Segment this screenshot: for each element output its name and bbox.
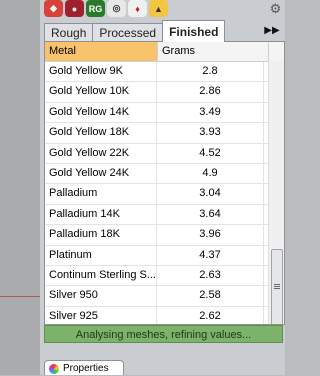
metal-cell: Gold Yellow 22K [45, 143, 157, 163]
grams-cell: 3.96 [157, 225, 264, 245]
table-body: Gold Yellow 9K 2.8 Gold Yellow 10K 2.86 Go… [45, 62, 284, 324]
table-row[interactable]: Silver 925 2.62 [45, 306, 284, 324]
table-header: Metal Grams [45, 42, 284, 62]
grams-cell: 3.64 [157, 204, 264, 225]
table-row[interactable]: Gold Yellow 14K 3.49 [45, 102, 284, 124]
grams-cell: 3.04 [157, 184, 264, 204]
metal-cell: Silver 925 [45, 306, 157, 324]
bag-icon[interactable]: ◆ [44, 0, 63, 17]
color-wheel-icon [49, 364, 59, 374]
grams-cell: 2.58 [157, 286, 264, 306]
viewport-axis-line [0, 296, 40, 297]
grams-cell: 4.9 [157, 163, 264, 184]
table-row[interactable]: Continum Sterling S... 2.63 [45, 265, 284, 287]
table-row[interactable]: Gold Yellow 9K 2.8 [45, 62, 284, 83]
metal-cell: Palladium [45, 184, 157, 204]
metal-cell: Gold Yellow 14K [45, 102, 157, 123]
metal-cell: Gold Yellow 9K [45, 62, 157, 82]
tab-finished[interactable]: Finished [162, 20, 226, 42]
grams-cell: 2.62 [157, 306, 264, 324]
table-row[interactable]: Silver 950 2.58 [45, 286, 284, 307]
rg-icon[interactable]: RG [86, 0, 105, 17]
metal-cell: Palladium 18K [45, 225, 157, 245]
column-header-grams[interactable]: Grams [158, 42, 269, 61]
grams-cell: 2.63 [157, 265, 264, 286]
grams-cell: 4.37 [157, 245, 264, 265]
metal-cell: Gold Yellow 24K [45, 163, 157, 184]
settings-icon[interactable]: ⚙ [268, 1, 283, 16]
metal-cell: Gold Yellow 10K [45, 82, 157, 102]
toolbar: ◆ ● RG ◎ ♦ ▲ [44, 0, 168, 19]
table-scrollbar[interactable] [268, 61, 284, 324]
tab-properties[interactable]: Properties [44, 360, 124, 375]
gem-ring-icon[interactable]: ♦ [128, 0, 147, 17]
table-row[interactable]: Palladium 3.04 [45, 184, 284, 205]
table-row[interactable]: Gold Yellow 10K 2.86 [45, 82, 284, 103]
table-row[interactable]: Gold Yellow 18K 3.93 [45, 123, 284, 144]
3d-viewport[interactable] [0, 0, 40, 375]
grams-cell: 2.8 [157, 62, 264, 82]
tab-bar: Rough Processed Finished [44, 20, 226, 42]
grams-cell: 3.49 [157, 102, 264, 123]
status-bar: Analysing meshes, refining values... [44, 325, 283, 343]
metal-cell: Platinum [45, 245, 157, 265]
metal-cell: Gold Yellow 18K [45, 123, 157, 143]
tab-processed[interactable]: Processed [92, 23, 164, 42]
grams-cell: 2.86 [157, 82, 264, 102]
scrollbar-thumb[interactable] [271, 249, 283, 324]
properties-label: Properties [63, 363, 109, 374]
ruby-icon[interactable]: ● [65, 0, 84, 17]
rg-label: RG [88, 3, 103, 14]
table-row[interactable]: Palladium 14K 3.64 [45, 204, 284, 226]
metal-cell: Silver 950 [45, 286, 157, 306]
table-row[interactable]: Gold Yellow 22K 4.52 [45, 143, 284, 164]
tab-rough[interactable]: Rough [44, 23, 94, 42]
metal-cell: Palladium 14K [45, 204, 157, 225]
table-row[interactable]: Platinum 4.37 [45, 245, 284, 266]
compass-icon[interactable]: ◎ [107, 0, 126, 17]
table-row[interactable]: Palladium 18K 3.96 [45, 225, 284, 246]
metal-cell: Continum Sterling S... [45, 265, 157, 286]
metal-weight-table: Metal Grams Gold Yellow 9K 2.8 Gold Yello… [44, 41, 285, 325]
tab-scroll-right-icon[interactable]: ▶▶ [262, 22, 282, 40]
lamp-icon[interactable]: ▲ [149, 0, 168, 17]
grip-icon [274, 284, 280, 285]
column-header-metal[interactable]: Metal [45, 42, 158, 61]
table-row[interactable]: Gold Yellow 24K 4.9 [45, 163, 284, 185]
grams-cell: 3.93 [157, 123, 264, 143]
grams-cell: 4.52 [157, 143, 264, 163]
